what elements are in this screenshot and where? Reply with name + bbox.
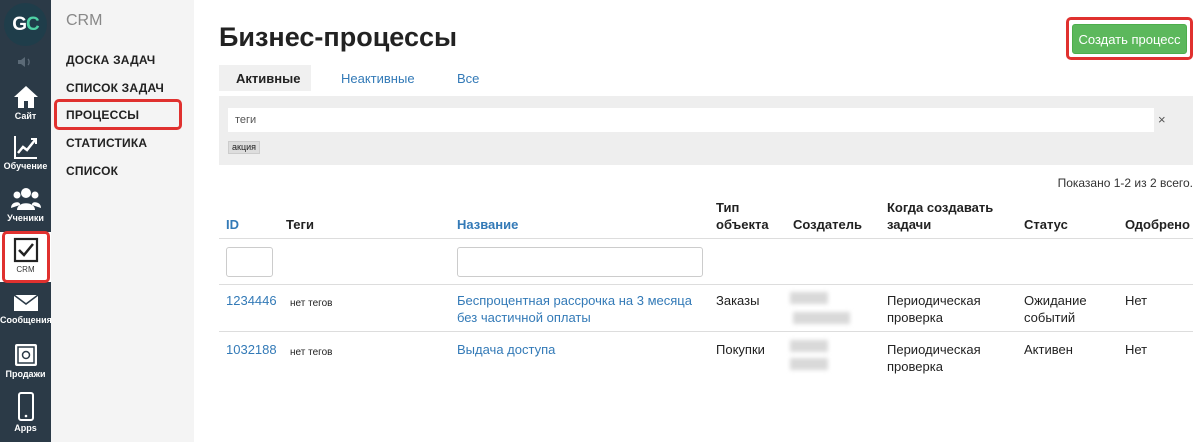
rail-item-students[interactable]: Ученики [0,186,51,230]
chart-icon [13,136,37,159]
rail-item-messages[interactable]: Сообщения [0,292,52,336]
row-1-tags: нет тегов [290,298,333,309]
row-2-name-link[interactable]: Выдача доступа [457,341,555,358]
rail-item-site[interactable]: Сайт [0,84,51,128]
header-divider [219,238,1193,239]
submenu-item-list[interactable]: СПИСОК [66,164,118,178]
phone-icon [17,392,34,421]
envelope-icon [13,294,38,311]
row-1-creator-redacted-2 [793,312,850,324]
home-icon [13,86,38,108]
row-divider [219,331,1193,332]
rail-item-learning[interactable]: Обучение [0,134,51,178]
rail-label-learning: Обучение [3,161,48,171]
logo-letter-c: C [26,13,40,35]
row-2-object-type: Покупки [716,342,765,357]
crm-highlight-frame [2,231,50,283]
row-1-creator-redacted [790,292,828,304]
logo[interactable]: GC [4,3,47,46]
rail-item-apps[interactable]: Apps [0,392,51,436]
results-summary: Показано 1-2 из 2 всего. [1057,176,1193,190]
row-2-when-create: Периодическая проверка [887,342,981,374]
rail-label-sales: Продажи [5,369,46,379]
id-filter-input[interactable] [226,247,273,277]
page-title: Бизнес-процессы [219,22,458,52]
column-header-name[interactable]: Название [457,216,518,233]
rail-item-sales[interactable]: Продажи [0,342,51,386]
create-process-button[interactable]: Создать процесс [1072,24,1187,54]
submenu-title: CRM [66,12,103,29]
submenu-item-task-list[interactable]: СПИСОК ЗАДАЧ [66,81,164,95]
column-header-when-create: Когда создавать задачи [887,200,994,232]
row-1-approved: Нет [1125,293,1148,308]
tag-chip[interactable]: акция [228,141,260,154]
users-icon [10,188,41,210]
logo-letter-g: G [12,13,27,35]
row-2-creator-redacted-2 [790,358,828,370]
rail-label-site: Сайт [14,111,37,121]
column-header-object-type: Тип объекта [716,200,769,232]
name-filter-input[interactable] [457,247,703,277]
row-1-status: Ожидание событий [1024,293,1087,325]
crm-submenu: CRM ДОСКА ЗАДАЧ СПИСОК ЗАДАЧ ПРОЦЕССЫ СТ… [51,0,194,442]
column-header-creator: Создатель [793,217,862,232]
row-1-name-link[interactable]: Беспроцентная рассрочка на 3 месяца без … [457,292,709,326]
main-rail: GC Сайт Обучение Ученики CRM Сообщения П… [0,0,52,442]
clear-filter-icon[interactable]: × [1158,112,1166,127]
row-1-when-create: Периодическая проверка [887,293,981,325]
speaker-icon[interactable] [17,56,33,68]
row-2-id-link[interactable]: 1032188 [226,341,277,358]
row-2-tags: нет тегов [290,347,333,358]
tab-active[interactable]: Активные [219,65,311,91]
processes-highlight-frame [54,99,182,130]
submenu-item-statistics[interactable]: СТАТИСТИКА [66,136,147,150]
safe-icon [14,344,37,366]
column-header-tags: Теги [286,217,314,232]
rail-label-students: Ученики [7,213,44,223]
rail-label-apps: Apps [14,423,37,433]
column-header-id[interactable]: ID [226,216,239,233]
tab-all[interactable]: Все [457,65,479,91]
row-2-status: Активен [1024,342,1073,357]
submenu-item-task-board[interactable]: ДОСКА ЗАДАЧ [66,53,155,67]
row-1-object-type: Заказы [716,293,760,308]
row-2-approved: Нет [1125,342,1148,357]
column-header-approved: Одобрено [1125,217,1190,232]
filter-row-divider [219,284,1193,285]
column-header-status: Статус [1024,217,1068,232]
tags-filter-input[interactable] [228,108,1154,132]
rail-label-messages: Сообщения [0,315,52,325]
row-1-id-link[interactable]: 1234446 [226,292,277,309]
tab-inactive[interactable]: Неактивные [341,65,415,91]
row-2-creator-redacted [790,340,828,352]
